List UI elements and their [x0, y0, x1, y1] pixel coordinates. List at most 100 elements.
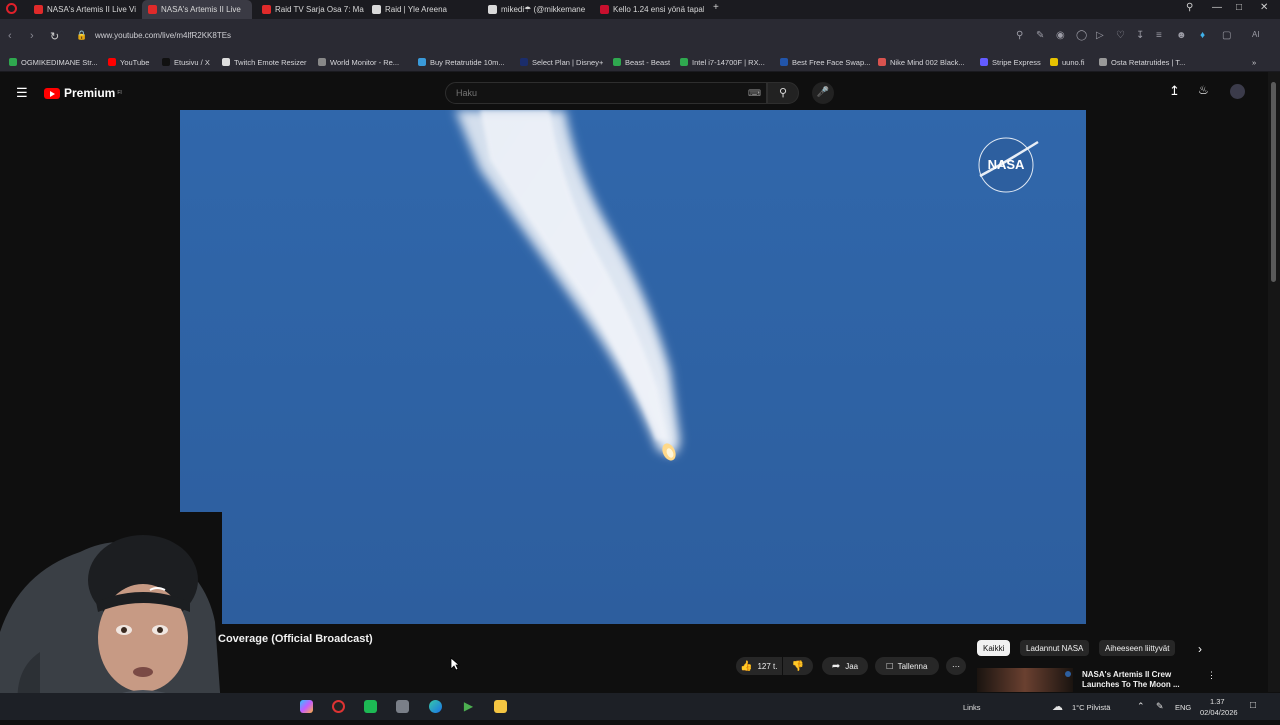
bookmarks-overflow-icon[interactable]: » [1252, 56, 1256, 68]
bookmark-item[interactable]: Osta Retatrutides | T... [1099, 56, 1185, 68]
scrollbar-thumb[interactable] [1271, 82, 1276, 282]
news-favicon-icon [600, 5, 609, 14]
notification-center-icon[interactable]: □ [1250, 700, 1256, 711]
tab-raid-tv[interactable]: Raid TV Sarja Osa 7: Marat [256, 0, 364, 19]
bookmark-item[interactable]: Beast - Beast [613, 56, 670, 68]
bookmark-item[interactable]: World Monitor - Re... [318, 56, 399, 68]
keyboard-icon[interactable]: ⌨ [748, 88, 761, 99]
chip-all[interactable]: Kaikki [977, 640, 1011, 656]
page-scrollbar[interactable] [1268, 72, 1280, 692]
cube-icon[interactable]: ▢ [1222, 30, 1231, 41]
opera-gx-icon[interactable] [332, 700, 345, 713]
reload-icon[interactable]: ↻ [50, 30, 59, 43]
close-window-icon[interactable]: ✕ [1260, 2, 1268, 13]
tab-yle-areena[interactable]: Raid | Yle Areena [366, 0, 478, 19]
url-field[interactable]: www.youtube.com/live/m4lfR2KK8TEs [95, 31, 231, 40]
clock-date[interactable]: 02/04/2026 [1200, 708, 1238, 717]
tab-search-icon[interactable]: ⚲ [1186, 2, 1193, 13]
hamburger-menu-icon[interactable]: ☰ [16, 85, 28, 101]
chip-related[interactable]: Aiheeseen liittyvät [1099, 640, 1176, 656]
chip-uploaded-by-nasa[interactable]: Ladannut NASA [1020, 640, 1090, 656]
language-indicator[interactable]: ENG [1175, 703, 1191, 712]
tab-artemis-2[interactable]: NASA's Artemis II Live [142, 0, 252, 19]
minimize-icon[interactable]: — [1212, 2, 1222, 13]
search-input[interactable] [454, 87, 738, 99]
opera-logo-icon[interactable] [6, 3, 17, 14]
notifications-bell-icon[interactable]: ♨ [1198, 83, 1209, 97]
bookmark-favicon-icon [9, 58, 17, 66]
zoom-icon[interactable]: ⚲ [1016, 30, 1023, 41]
bookmark-item[interactable]: Intel i7-14700F | RX... [680, 56, 765, 68]
heart-icon[interactable]: ♡ [1116, 30, 1125, 41]
dislike-button[interactable]: 👎 [783, 657, 813, 675]
video-frame [180, 110, 1086, 624]
menu-lines-icon[interactable]: ≡ [1156, 30, 1162, 41]
bookmark-item[interactable]: Twitch Emote Resizer [222, 56, 307, 68]
tab-x-profile[interactable]: mikedi☂ (@mikkemane [482, 0, 592, 19]
clock-time[interactable]: 1.37 [1210, 697, 1225, 706]
youtube-logo[interactable]: Premium FI [44, 86, 122, 100]
maximize-icon[interactable]: □ [1236, 2, 1242, 13]
new-tab-plus-icon[interactable]: + [713, 2, 719, 13]
address-bar-row: ‹ › ↻ 🔒 www.youtube.com/live/m4lfR2KK8TE… [0, 19, 1280, 53]
bookmark-item[interactable]: Stripe Express [980, 56, 1041, 68]
tab-iltalehti[interactable]: Kello 1.24 ensi yönä tapah [594, 0, 704, 19]
bookmark-label: Buy Retatrutide 10m... [430, 57, 505, 67]
video-player[interactable]: NASA [180, 110, 1086, 624]
voice-search-button[interactable]: 🎤 [812, 82, 834, 104]
bookmark-favicon-icon [108, 58, 116, 66]
share-button[interactable]: ➦ Jaa [822, 657, 868, 675]
bookmark-favicon-icon [780, 58, 788, 66]
more-actions-button[interactable]: ⋯ [946, 657, 966, 675]
related-menu-icon[interactable]: ⋮ [1207, 670, 1216, 681]
copilot-icon[interactable] [300, 700, 313, 713]
bookmark-item[interactable]: Nike Mind 002 Black... [878, 56, 965, 68]
bookmark-favicon-icon [318, 58, 326, 66]
edit-icon[interactable]: ✎ [1036, 30, 1044, 41]
tab-artemis-1[interactable]: NASA's Artemis II Live Vi [28, 0, 138, 19]
links-label[interactable]: Links [963, 703, 981, 712]
video-title: Coverage (Official Broadcast) [218, 633, 373, 645]
more-horizontal-icon: ⋯ [952, 661, 960, 671]
related-thumbnail [977, 668, 1073, 692]
bookmark-item[interactable]: Etusivu / X [162, 56, 210, 68]
download-icon[interactable]: ↧ [1136, 30, 1144, 41]
shield-app-icon[interactable] [396, 700, 409, 713]
like-button[interactable]: 👍 127 t. [736, 657, 782, 675]
file-explorer-icon[interactable] [494, 700, 507, 713]
svg-text:NASA: NASA [988, 157, 1025, 172]
profile-icon[interactable]: ☻ [1176, 30, 1187, 41]
bookmark-label: Osta Retatrutides | T... [1111, 57, 1186, 67]
forward-icon[interactable]: › [30, 30, 34, 42]
edge-icon[interactable] [429, 700, 442, 713]
bookmark-label: Stripe Express [992, 57, 1041, 67]
bookmark-favicon-icon [1050, 58, 1058, 66]
weather-text[interactable]: 1°C Pilvistä [1072, 703, 1110, 712]
related-video-item[interactable]: NASA's Artemis II Crew Launches To The M… [977, 668, 1217, 692]
search-button[interactable]: ⚲ [767, 82, 799, 104]
avatar[interactable] [1230, 84, 1245, 99]
ai-icon[interactable]: AI [1252, 30, 1260, 39]
search-box[interactable]: ⌨ [445, 82, 767, 104]
play-store-icon[interactable]: ▶ [462, 700, 475, 713]
chip-label: Aiheeseen liittyvät [1105, 643, 1170, 653]
back-icon[interactable]: ‹ [8, 30, 12, 42]
bookmark-item[interactable]: Best Free Face Swap... [780, 56, 870, 68]
save-button[interactable]: □ Tallenna [875, 657, 939, 675]
bookmark-label: Etusivu / X [174, 57, 210, 67]
bookmark-item[interactable]: YouTube [108, 56, 149, 68]
create-upload-icon[interactable]: ↥ [1169, 83, 1180, 99]
bookmark-item[interactable]: Buy Retatrutide 10m... [418, 56, 505, 68]
spotify-like-icon[interactable] [364, 700, 377, 713]
play-icon[interactable]: ▷ [1096, 30, 1104, 41]
camera-icon[interactable]: ◉ [1056, 30, 1065, 41]
pen-icon[interactable]: ✎ [1156, 701, 1164, 712]
bookmark-favicon-icon [162, 58, 170, 66]
bookmark-item[interactable]: uuno.fi [1050, 56, 1085, 68]
bookmark-item[interactable]: Select Plan | Disney+ [520, 56, 603, 68]
tray-chevron-icon[interactable]: ⌃ [1137, 701, 1145, 712]
chips-next-icon[interactable]: › [1198, 642, 1202, 656]
shield-icon[interactable]: ◯ [1076, 30, 1087, 41]
bookmark-item[interactable]: OGMIKEDIMANE Str... [9, 56, 98, 68]
extension-icon[interactable]: ♦ [1200, 30, 1205, 41]
